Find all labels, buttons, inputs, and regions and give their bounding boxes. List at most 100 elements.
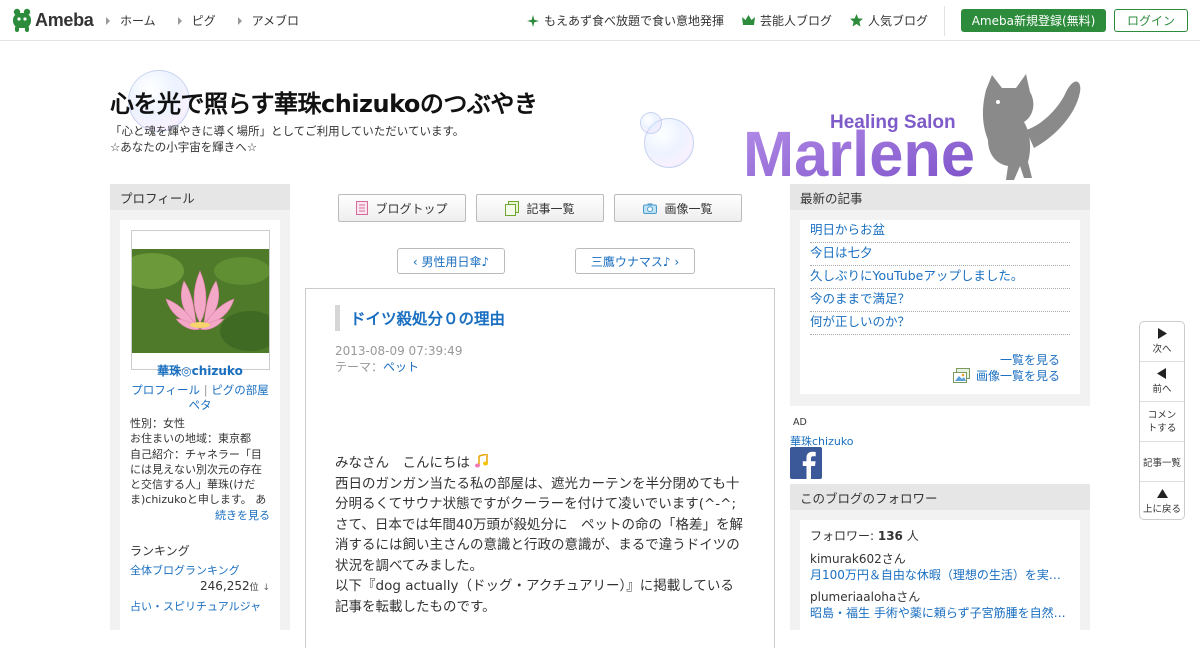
followers-heading: このブログのフォロワー bbox=[790, 484, 1090, 510]
recent-article-link[interactable]: 久しぶりにYouTubeアップしました。 bbox=[810, 265, 1023, 284]
pigg-room-link[interactable]: ピグの部屋 bbox=[211, 383, 269, 397]
back-to-top-label: 上に戻る bbox=[1142, 504, 1181, 515]
follower-count[interactable]: 136 bbox=[878, 529, 903, 543]
blog-description: 「心と魂を輝やきに導く場所」としてご利用していただいています。 ☆あなたの小宇宙… bbox=[110, 123, 464, 155]
triangle-right-icon bbox=[177, 16, 182, 25]
nav-pigg[interactable]: ピグ bbox=[177, 12, 216, 29]
facebook-button[interactable] bbox=[790, 447, 822, 479]
music-note-icon bbox=[475, 453, 489, 468]
list-item[interactable]: 久しぶりにYouTubeアップしました。 bbox=[810, 266, 1070, 289]
banner-big-text: Marlene bbox=[743, 118, 975, 185]
peta-link[interactable]: ペタ bbox=[189, 398, 212, 412]
next-article-link[interactable]: 三鷹ウナマス♪ › bbox=[575, 248, 695, 274]
follower-name: kimurak602さん bbox=[810, 552, 906, 566]
prev-label: 前へ bbox=[1152, 384, 1172, 395]
ranking-value: 246,252 bbox=[199, 579, 250, 593]
pages-icon bbox=[505, 200, 520, 216]
triangle-left-icon bbox=[1157, 368, 1166, 379]
follower-post-link[interactable]: 昭島・福生 手術や薬に頼らず子宮筋腫を自然… bbox=[810, 605, 1070, 621]
profile-name[interactable]: 華珠◎chizuko bbox=[120, 362, 280, 379]
list-item[interactable]: 今日は七夕 bbox=[810, 243, 1070, 266]
follower-count-row: フォロワー: 136 人 bbox=[810, 528, 1070, 544]
theme-link[interactable]: ペット bbox=[383, 360, 419, 374]
profile-sidebar: プロフィール 華珠◎chizuko プロフィール | ピグの部屋 ペタ 性別：女… bbox=[110, 184, 290, 630]
triangle-right-icon bbox=[237, 16, 242, 25]
floating-nav: 次へ 前へ コメントする 記事一覧 上に戻る bbox=[1139, 321, 1185, 520]
follower-post-link[interactable]: 月100万円＆自由な休暇（理想の生活）を実… bbox=[810, 567, 1070, 583]
comment-button[interactable]: コメントする bbox=[1140, 402, 1184, 442]
theme-label: テーマ： bbox=[335, 360, 384, 374]
ranking-overall-link[interactable]: 全体ブログランキング bbox=[130, 562, 240, 578]
article-paragraph: 西日のガンガン当たる私の部屋は、遮光カーテンを半分閉めても十分明るくてサウナ状態… bbox=[335, 475, 740, 513]
header-banner: Healing Salon Marlene bbox=[740, 70, 1090, 190]
crown-icon bbox=[741, 15, 755, 25]
facebook-icon bbox=[802, 451, 816, 479]
image-gallery-icon bbox=[952, 368, 970, 383]
article-body: みなさん こんにちは 西日のガンガン当たる私の部屋は、遮光カーテンを半分閉めても… bbox=[335, 453, 745, 617]
header-divider bbox=[944, 6, 945, 36]
article-greeting: みなさん こんにちは bbox=[335, 455, 470, 471]
nav-home[interactable]: ホーム bbox=[106, 12, 156, 29]
avatar[interactable] bbox=[120, 230, 280, 370]
recent-article-link[interactable]: 明日からお盆 bbox=[810, 219, 885, 238]
recent-article-link[interactable]: 今日は七夕 bbox=[810, 242, 873, 261]
article-paragraph: さて、日本では年間40万頭が殺処分に ペットの命の「格差」を解消するには飼い主さ… bbox=[335, 516, 744, 574]
list-item[interactable]: 今のままで満足？ bbox=[810, 289, 1070, 312]
tab-article-list[interactable]: 記事一覧 bbox=[476, 194, 604, 222]
follower-count-label: フォロワー: bbox=[810, 529, 878, 543]
see-images-label: 画像一覧を見る bbox=[975, 369, 1060, 383]
list-item[interactable]: 何が正しいのか？ bbox=[810, 312, 1070, 335]
promo-label: 芸能人ブログ bbox=[759, 14, 832, 28]
nav-ameblo[interactable]: アメブロ bbox=[237, 12, 299, 29]
recent-article-link[interactable]: 何が正しいのか？ bbox=[810, 311, 910, 330]
profile-more-link[interactable]: 続きを見る bbox=[215, 507, 270, 523]
tab-label: 記事一覧 bbox=[526, 201, 575, 216]
promo-moeazu[interactable]: もえあず食べ放題で食い意地発揮 bbox=[526, 12, 724, 29]
blog-title[interactable]: 心を光で照らす華珠chizukoのつぶやき bbox=[110, 84, 538, 119]
prev-button[interactable]: 前へ bbox=[1140, 362, 1184, 402]
triangle-right-icon bbox=[1158, 328, 1167, 339]
promo-label: 人気ブログ bbox=[867, 14, 928, 28]
follower-item: plumeriaalohaさん 昭島・福生 手術や薬に頼らず子宮筋腫を自然… bbox=[810, 589, 1070, 621]
promo-popular-blog[interactable]: 人気ブログ bbox=[849, 12, 928, 29]
recent-box: 明日からお盆 今日は七夕 久しぶりにYouTubeアップしました。 今のままで満… bbox=[800, 220, 1080, 394]
profile-link[interactable]: プロフィール bbox=[131, 383, 200, 397]
next-button[interactable]: 次へ bbox=[1140, 322, 1184, 362]
cat-eye bbox=[996, 100, 1000, 104]
next-label: 次へ bbox=[1152, 344, 1172, 355]
triangle-up-icon bbox=[1156, 489, 1168, 498]
sparkle-icon bbox=[526, 14, 539, 27]
recent-articles-panel: 最新の記事 明日からお盆 今日は七夕 久しぶりにYouTubeアップしました。 … bbox=[790, 184, 1090, 406]
follower-name: plumeriaalohaさん bbox=[810, 590, 921, 604]
profile-links: プロフィール | ピグの部屋 ペタ bbox=[131, 383, 269, 412]
logo-text: Ameba bbox=[35, 9, 94, 30]
register-button[interactable]: Ameba新規登録(無料) bbox=[961, 9, 1106, 32]
ranking-genre-link[interactable]: 占い・スピリチュアルジャ bbox=[130, 598, 272, 614]
tab-image-list[interactable]: 画像一覧 bbox=[614, 194, 742, 222]
ranking-down-arrow: ↓ bbox=[262, 583, 270, 593]
article-list-button[interactable]: 記事一覧 bbox=[1140, 442, 1184, 482]
list-item[interactable]: 明日からお盆 bbox=[810, 220, 1070, 243]
profile-box: 華珠◎chizuko プロフィール | ピグの部屋 ペタ 性別：女性 お住まいの… bbox=[120, 220, 280, 630]
see-images-row[interactable]: 画像一覧を見る bbox=[952, 367, 1060, 384]
camera-icon bbox=[643, 203, 658, 214]
profile-intro: 自己紹介：チャネラー「目には見えない別次元の存在と交信する人」華珠(けだま)ch… bbox=[130, 447, 267, 507]
article-paragraph: 以下『dog actually（ドッグ・アクチュアリー）』に掲載している記事を転… bbox=[335, 578, 734, 615]
main-content: ブログトップ 記事一覧 画像一覧 ‹ 男性用日傘♪ 三鷹ウナマス♪ › ドイツ殺… bbox=[305, 184, 775, 648]
recent-heading: 最新の記事 bbox=[790, 184, 1090, 210]
promo-celeb-blog[interactable]: 芸能人ブログ bbox=[741, 12, 832, 29]
profile-region: お住まいの地域：東京都 bbox=[130, 432, 251, 446]
salon-banner-graphic: Healing Salon Marlene bbox=[743, 74, 1081, 190]
article-title[interactable]: ドイツ殺処分０の理由 bbox=[335, 305, 505, 331]
article-meta: 2013-08-09 07:39:49 テーマ：ペット bbox=[335, 343, 462, 375]
prev-article-link[interactable]: ‹ 男性用日傘♪ bbox=[397, 248, 505, 274]
recent-article-link[interactable]: 今のままで満足？ bbox=[810, 288, 910, 307]
ad-label: AD bbox=[793, 417, 807, 428]
see-all-link[interactable]: 一覧を見る bbox=[1000, 351, 1060, 368]
article: ドイツ殺処分０の理由 2013-08-09 07:39:49 テーマ：ペット み… bbox=[305, 288, 775, 648]
login-button[interactable]: ログイン bbox=[1114, 9, 1188, 32]
ameba-logo[interactable]: Ameba bbox=[12, 8, 94, 32]
tab-blog-top[interactable]: ブログトップ bbox=[338, 194, 466, 222]
cat-silhouette-icon bbox=[982, 74, 1081, 180]
back-to-top-button[interactable]: 上に戻る bbox=[1140, 482, 1184, 522]
